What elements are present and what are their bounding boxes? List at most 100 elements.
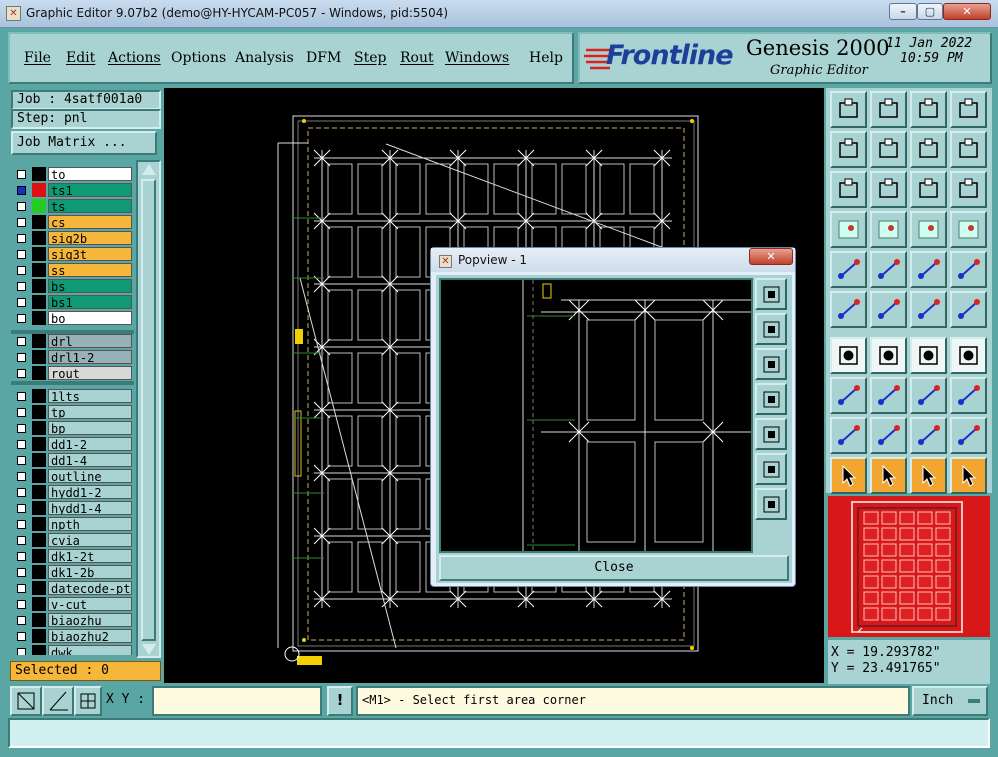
poly-c-tool[interactable] <box>910 417 947 454</box>
layer-checkbox[interactable] <box>17 552 26 561</box>
line-pad-tool[interactable] <box>910 291 947 328</box>
layer-row[interactable]: cs <box>11 215 132 230</box>
layer-checkbox[interactable] <box>17 616 26 625</box>
layer-color-swatch[interactable] <box>32 565 46 579</box>
menu-windows[interactable]: Windows <box>445 50 509 66</box>
alert-button[interactable]: ! <box>327 686 353 716</box>
layer-name[interactable]: v-cut <box>48 597 132 611</box>
layer-color-swatch[interactable] <box>32 199 46 213</box>
layer-row[interactable]: rout <box>11 366 132 381</box>
layer-checkbox[interactable] <box>17 648 26 655</box>
menu-actions[interactable]: Actions <box>108 50 161 66</box>
home-tool[interactable] <box>910 91 947 128</box>
route-tool[interactable] <box>950 457 987 494</box>
layer-name[interactable]: bs <box>48 279 132 293</box>
dim-tool[interactable] <box>910 377 947 414</box>
pv-fit-button[interactable] <box>755 453 787 485</box>
layer-name[interactable]: outline <box>48 469 132 483</box>
layer-name[interactable]: dk1-2t <box>48 549 132 563</box>
layer-name[interactable]: biaozhu <box>48 613 132 627</box>
layer-name[interactable]: drl <box>48 334 132 348</box>
close-button[interactable]: ✕ <box>943 3 991 20</box>
layer-row[interactable]: drl <box>11 334 132 349</box>
layer-color-swatch[interactable] <box>32 247 46 261</box>
layer-checkbox[interactable] <box>17 568 26 577</box>
pv-zoom-in-button[interactable] <box>755 278 787 310</box>
layer-checkbox[interactable] <box>17 584 26 593</box>
layer-checkbox[interactable] <box>17 282 26 291</box>
layer-color-swatch[interactable] <box>32 597 46 611</box>
layer-color-swatch[interactable] <box>32 613 46 627</box>
layer-checkbox[interactable] <box>17 440 26 449</box>
layer-name[interactable]: dk1-2b <box>48 565 132 579</box>
layer-color-swatch[interactable] <box>32 263 46 277</box>
layer-checkbox[interactable] <box>17 218 26 227</box>
layer-checkbox[interactable] <box>17 337 26 346</box>
scroll-down-icon[interactable] <box>142 644 156 655</box>
layer-row[interactable]: cvia <box>11 533 132 548</box>
layer-name[interactable]: sig3t <box>48 247 132 261</box>
layer-name[interactable]: tp <box>48 405 132 419</box>
layer-row[interactable]: to <box>11 167 132 182</box>
menu-dfm[interactable]: DFM <box>306 50 341 66</box>
layer-checkbox[interactable] <box>17 234 26 243</box>
pan-left-tool[interactable] <box>830 131 867 168</box>
center-tool[interactable] <box>870 171 907 208</box>
layer-row[interactable]: dd1-2 <box>11 437 132 452</box>
menu-options[interactable]: Options <box>171 50 226 66</box>
zoom-out-tool[interactable] <box>870 91 907 128</box>
layer-name[interactable]: ss <box>48 263 132 277</box>
layer-checkbox[interactable] <box>17 488 26 497</box>
layer-row[interactable]: dk1-2t <box>11 549 132 564</box>
layer-checkbox[interactable] <box>17 170 26 179</box>
layer-name[interactable]: drl1-2 <box>48 350 132 364</box>
menu-step[interactable]: Step <box>354 50 386 66</box>
layer-row[interactable]: 1lts <box>11 389 132 404</box>
layer-color-swatch[interactable] <box>32 469 46 483</box>
round-pad-tool[interactable] <box>950 251 987 288</box>
layer-checkbox[interactable] <box>17 472 26 481</box>
layer-row[interactable]: outline <box>11 469 132 484</box>
menu-analysis[interactable]: Analysis <box>235 50 294 66</box>
layer-color-swatch[interactable] <box>32 629 46 643</box>
layer-scrollbar[interactable] <box>136 160 161 658</box>
layer-color-swatch[interactable] <box>32 581 46 595</box>
layer-row[interactable]: v-cut <box>11 597 132 612</box>
layer-checkbox[interactable] <box>17 353 26 362</box>
layer-name[interactable]: ts <box>48 199 132 213</box>
layer-color-swatch[interactable] <box>32 350 46 364</box>
layer-checkbox[interactable] <box>17 424 26 433</box>
layer-checkbox[interactable] <box>17 186 26 195</box>
layer-row[interactable]: dk1-2b <box>11 565 132 580</box>
layer-name[interactable]: cvia <box>48 533 132 547</box>
layer-color-swatch[interactable] <box>32 311 46 325</box>
layer-color-swatch[interactable] <box>32 485 46 499</box>
net-tool[interactable] <box>950 291 987 328</box>
connect-tool[interactable] <box>830 291 867 328</box>
layer-row[interactable]: bs <box>11 279 132 294</box>
measure-tool[interactable] <box>830 211 867 248</box>
minimize-button[interactable]: – <box>889 3 917 20</box>
popview-canvas[interactable] <box>439 278 753 553</box>
grid-snap-button[interactable] <box>74 686 102 716</box>
poly-d-tool[interactable] <box>950 417 987 454</box>
line-tool[interactable] <box>870 337 907 374</box>
layer-color-swatch[interactable] <box>32 215 46 229</box>
layer-name[interactable]: ts1 <box>48 183 132 197</box>
layer-checkbox[interactable] <box>17 632 26 641</box>
layer-row[interactable]: npth <box>11 517 132 532</box>
layer-row[interactable]: hydd1-4 <box>11 501 132 516</box>
layer-color-swatch[interactable] <box>32 533 46 547</box>
mirror-tool[interactable] <box>950 337 987 374</box>
layer-checkbox[interactable] <box>17 520 26 529</box>
layer-color-swatch[interactable] <box>32 517 46 531</box>
units-select[interactable]: Inch <box>912 686 988 716</box>
layer-name[interactable]: to <box>48 167 132 181</box>
layer-row[interactable]: ts <box>11 199 132 214</box>
layer-name[interactable]: biaozhu2 <box>48 629 132 643</box>
layer-color-swatch[interactable] <box>32 167 46 181</box>
menu-rout[interactable]: Rout <box>400 50 434 66</box>
layer-row[interactable]: dwk <box>11 645 132 655</box>
poly-b-tool[interactable] <box>870 417 907 454</box>
layer-row[interactable]: bp <box>11 421 132 436</box>
